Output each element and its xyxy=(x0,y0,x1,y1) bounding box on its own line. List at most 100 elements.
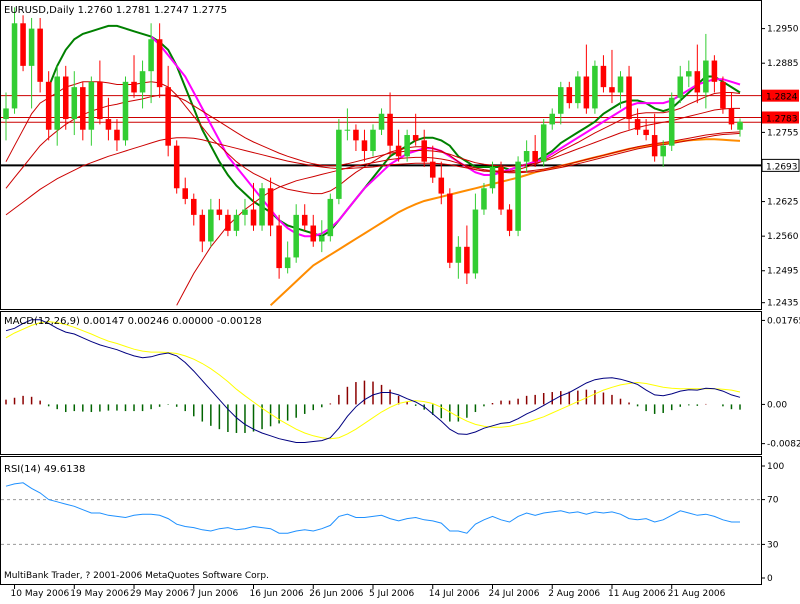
candle-body xyxy=(652,135,658,156)
price-tick-label: 1.2435 xyxy=(767,299,799,309)
candle-body xyxy=(37,29,43,82)
time-tick-label: 26 Jun 2006 xyxy=(309,589,363,599)
candle-body xyxy=(532,151,538,162)
rsi-tick-label: 70 xyxy=(767,496,779,506)
candle-body xyxy=(251,210,257,226)
candle-body xyxy=(558,87,564,114)
candle-body xyxy=(473,210,479,274)
candle-body xyxy=(72,87,78,119)
candle-body xyxy=(490,167,496,188)
candle-body xyxy=(677,77,683,98)
candle-body xyxy=(208,210,214,242)
candle-body xyxy=(584,77,590,109)
candle-body xyxy=(413,135,419,140)
candle-body xyxy=(140,71,146,92)
candle-body xyxy=(592,66,598,109)
candle-body xyxy=(370,130,376,151)
candle-body xyxy=(737,122,743,130)
candle-body xyxy=(114,130,120,141)
time-tick-label: 24 Jul 2006 xyxy=(488,589,539,599)
candle-body xyxy=(567,87,573,103)
candle-body xyxy=(498,167,504,210)
time-tick-label: 2 Aug 2006 xyxy=(548,589,600,599)
candle-body xyxy=(447,194,453,263)
candle-body xyxy=(217,210,223,215)
candle-body xyxy=(575,77,581,104)
time-tick-label: 14 Jul 2006 xyxy=(429,589,480,599)
macd-pane-title: MACD(12,26,9) 0.00147 0.00246 0.00000 -0… xyxy=(4,316,262,327)
price-tick-label: 1.2885 xyxy=(767,59,799,69)
candle-body xyxy=(89,82,95,130)
candle-body xyxy=(541,124,547,161)
price-tick-label: 1.2560 xyxy=(767,232,799,242)
time-tick-label: 19 May 2006 xyxy=(70,589,129,599)
candle-body xyxy=(515,162,521,231)
price-tick-label: 1.2625 xyxy=(767,198,799,208)
price-label-text: 1.2824 xyxy=(766,93,798,103)
candle-body xyxy=(285,257,291,268)
candle-body xyxy=(80,87,86,130)
candle-body xyxy=(669,98,675,146)
candle-body xyxy=(123,82,129,141)
candle-body xyxy=(524,151,530,162)
candle-body xyxy=(626,77,632,120)
candle-body xyxy=(242,210,248,215)
candle-body xyxy=(225,215,231,231)
candle-body xyxy=(131,82,137,93)
candle-body xyxy=(720,82,726,109)
candle-body xyxy=(362,140,368,151)
candle-body xyxy=(157,39,163,87)
price-tick-label: 1.2755 xyxy=(767,128,799,138)
candle-body xyxy=(549,114,555,125)
candle-body xyxy=(293,215,299,258)
candle-body xyxy=(174,146,180,189)
time-tick-label: 11 Aug 2006 xyxy=(608,589,666,599)
candle-body xyxy=(464,247,470,274)
time-tick-label: 7 Jun 2006 xyxy=(190,589,239,599)
candle-body xyxy=(20,23,26,66)
copyright-text: MultiBank Trader, ? 2001-2006 MetaQuotes… xyxy=(4,571,269,581)
candle-body xyxy=(618,77,624,93)
candle-body xyxy=(148,39,154,71)
candle-body xyxy=(396,146,402,157)
candle-body xyxy=(729,108,735,124)
candle-body xyxy=(387,114,393,146)
candle-body xyxy=(507,210,513,231)
candle-body xyxy=(63,77,69,120)
time-tick-label: 16 Jun 2006 xyxy=(250,589,304,599)
price-pane-title: EURUSD,Daily 1.2760 1.2781 1.2747 1.2775 xyxy=(4,5,227,16)
candle-body xyxy=(430,162,436,178)
candle-body xyxy=(302,215,308,226)
candle-body xyxy=(643,130,649,135)
candle-body xyxy=(379,114,385,130)
candle-body xyxy=(404,135,410,156)
candle-body xyxy=(54,77,60,130)
candle-body xyxy=(259,188,265,225)
candle-body xyxy=(609,87,615,92)
chart-window[interactable]: EURUSD,Daily 1.2760 1.2781 1.2747 1.2775… xyxy=(0,0,800,600)
rsi-tick-label: 0 xyxy=(767,574,773,584)
candle-body xyxy=(686,71,692,76)
candle-body xyxy=(421,140,427,161)
time-tick-label: 10 May 2006 xyxy=(11,589,70,599)
candle-body xyxy=(319,236,325,241)
candle-body xyxy=(234,215,240,231)
candle-body xyxy=(29,29,35,66)
chart-canvas[interactable]: EURUSD,Daily 1.2760 1.2781 1.2747 1.2775… xyxy=(0,0,800,600)
candle-body xyxy=(3,108,9,119)
candle-body xyxy=(712,61,718,82)
candle-body xyxy=(695,71,701,92)
candle-body xyxy=(660,146,666,157)
time-tick-label: 21 Aug 2006 xyxy=(668,589,726,599)
candle-body xyxy=(310,226,316,242)
candle-body xyxy=(191,199,197,215)
macd-tick-label: -0.00824 xyxy=(767,440,800,450)
candle-body xyxy=(200,215,206,242)
candle-body xyxy=(328,199,334,236)
price-tick-label: 1.2495 xyxy=(767,267,799,277)
candle-body xyxy=(481,188,487,209)
macd-tick-label: 0.01765 xyxy=(767,316,800,326)
candle-body xyxy=(635,119,641,130)
candle-body xyxy=(106,119,112,130)
candle-body xyxy=(601,66,607,87)
